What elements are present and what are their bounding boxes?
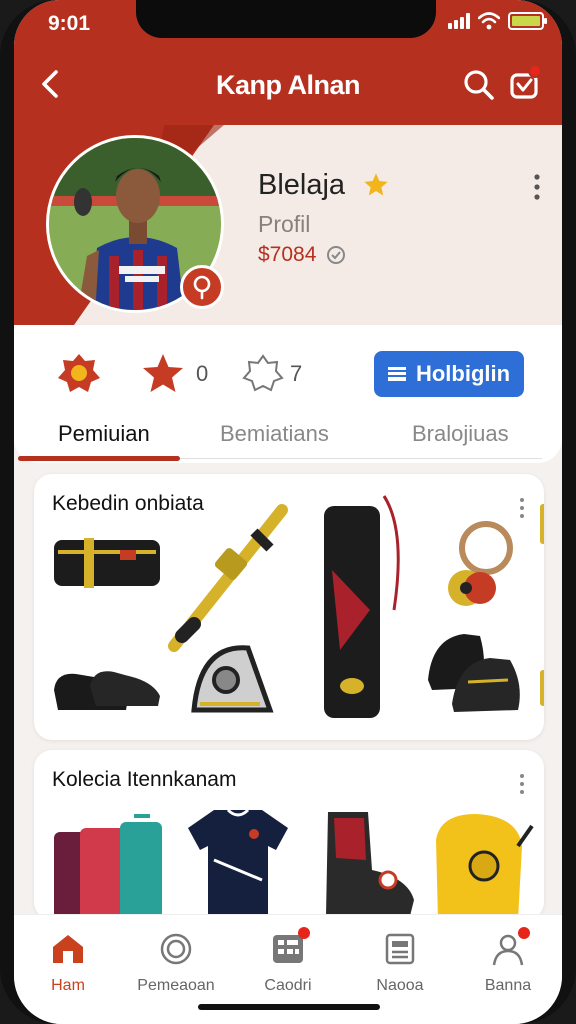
status-icons [448, 12, 547, 30]
nav-label: Pemeaoan [137, 977, 215, 994]
register-icon [385, 933, 415, 965]
section-title: Kolecia Itennkanam [52, 768, 237, 791]
jersey-product-image[interactable] [184, 806, 292, 920]
profile-price: $7084 [258, 243, 317, 266]
home-icon [53, 935, 83, 963]
bags-product-image[interactable] [50, 810, 176, 920]
star-outline-icon[interactable] [240, 351, 286, 397]
status-time: 9:01 [48, 12, 91, 35]
notification-dot [298, 927, 310, 939]
nav-label: Ham [51, 977, 85, 994]
saddle-product-image[interactable] [190, 640, 274, 718]
wifi-icon [478, 12, 500, 30]
more-vertical-icon[interactable] [518, 772, 526, 796]
more-vertical-icon[interactable] [530, 173, 544, 201]
active-tab-indicator [18, 456, 180, 461]
next-product-peek [540, 504, 544, 544]
star-icon[interactable] [140, 351, 186, 397]
pin-icon [193, 275, 211, 300]
tab-bemiatians[interactable]: Bemiatians [220, 421, 329, 447]
more-vertical-icon[interactable] [518, 496, 526, 520]
tab-divider [180, 458, 542, 459]
location-badge[interactable] [180, 265, 224, 309]
nav-item-home[interactable]: Ham [18, 929, 118, 995]
tool-product-image[interactable] [154, 502, 294, 660]
follow-button-label: Holbiglin [415, 361, 511, 386]
profile-subtitle: Profil [258, 211, 311, 237]
nav-item-naooa[interactable]: Naooa [350, 929, 450, 995]
badge-icon[interactable] [56, 351, 102, 397]
stats-card: 0 7 Holbiglin Pemiuian Bemiatians Braloj… [14, 325, 562, 463]
list-icon [387, 367, 406, 381]
nav-item-banna[interactable]: Banna [458, 927, 558, 995]
cleats-product-image[interactable] [424, 624, 528, 718]
home-indicator [198, 1004, 380, 1010]
section-card-collection: Kolecia Itennkanam [34, 750, 544, 920]
nav-item-caodri[interactable]: Caodri [238, 927, 338, 995]
notification-dot [528, 64, 542, 78]
signal-icon [448, 13, 470, 29]
app-screen: 9:01 Kanp Alnan Blelaja Profil $7084 0 7… [14, 0, 562, 1024]
battery-icon [508, 12, 547, 30]
bag-product-image[interactable] [50, 530, 166, 594]
backpack-product-image[interactable] [422, 806, 536, 920]
search-icon[interactable] [462, 68, 496, 102]
follow-button[interactable]: Holbiglin [374, 351, 524, 397]
top-app-bar: Kanp Alnan [14, 58, 562, 114]
verified-icon [327, 246, 345, 264]
star-icon [364, 173, 388, 196]
whistle-product-image[interactable] [440, 518, 526, 614]
nav-label: Naooa [376, 977, 424, 994]
tab-bralojiuas[interactable]: Bralojiuas [412, 421, 509, 447]
stat-value: 0 [196, 361, 209, 386]
boot-product-image[interactable] [310, 490, 406, 726]
profile-header: Blelaja Profil $7084 [14, 125, 562, 325]
tab-pemiuian[interactable]: Pemiuian [58, 421, 150, 447]
bottom-navigation: Ham Pemeaoan Caodri Naooa Banna [14, 914, 562, 1024]
notch [136, 0, 436, 38]
section-card-equipment: Kebedin onbiata [34, 474, 544, 740]
circle-icon [160, 933, 192, 965]
nav-label: Caodri [264, 977, 312, 994]
stat-value: 7 [290, 361, 303, 386]
nav-item-pemeaoan[interactable]: Pemeaoan [126, 929, 226, 995]
next-product-peek [540, 670, 544, 706]
nav-label: Banna [484, 977, 532, 994]
phone-frame: 9:01 Kanp Alnan Blelaja Profil $7084 0 7… [0, 0, 576, 1024]
notification-dot [518, 927, 530, 939]
boots-product-image[interactable] [318, 808, 422, 920]
shoes-product-image[interactable] [50, 660, 166, 714]
profile-name: Blelaja [258, 169, 346, 201]
cart-button[interactable] [506, 64, 544, 104]
